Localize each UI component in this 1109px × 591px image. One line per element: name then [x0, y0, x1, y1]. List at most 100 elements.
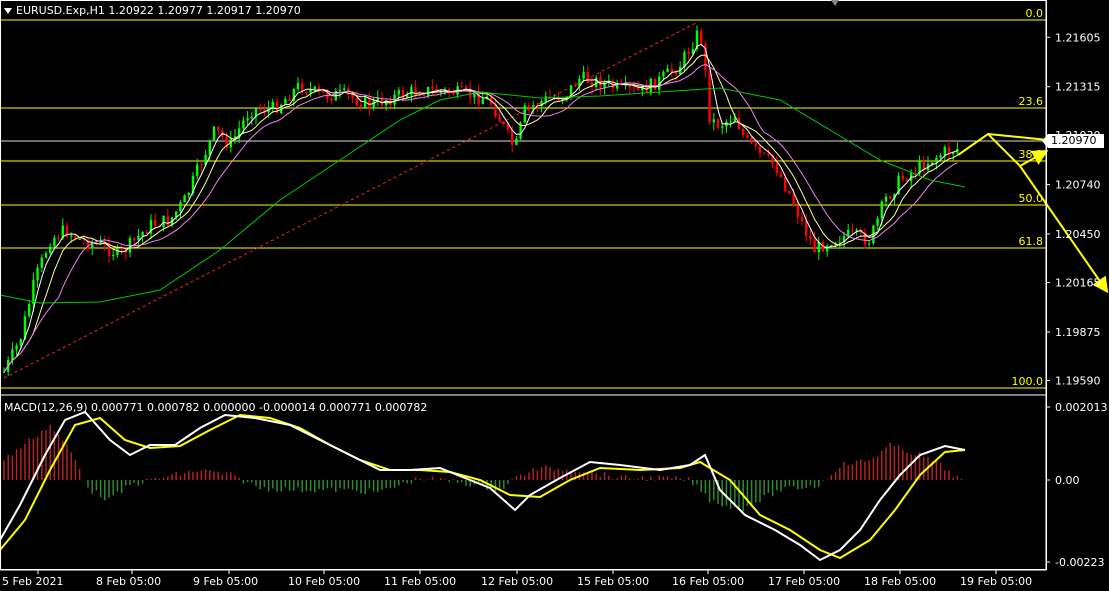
price-tick-label: 1.20450	[1055, 228, 1101, 241]
candle-body	[767, 153, 770, 155]
time-tick-label: 16 Feb 05:00	[672, 575, 744, 588]
candle-body	[721, 126, 724, 128]
candle-body	[775, 163, 778, 174]
candle-body	[427, 86, 430, 96]
time-tick-label: 15 Feb 05:00	[577, 575, 649, 588]
time-tick-label: 10 Feb 05:00	[288, 575, 360, 588]
candle-body	[700, 30, 703, 44]
candle-body	[662, 72, 665, 77]
candle-body	[800, 217, 804, 221]
candle-body	[212, 126, 216, 141]
macd-panel	[0, 410, 966, 562]
candle-body	[809, 235, 812, 240]
candle-body	[763, 152, 766, 154]
candle-body	[511, 129, 514, 145]
candle-body	[716, 119, 720, 128]
candle-body	[544, 96, 547, 102]
candle-body	[595, 77, 598, 87]
time-tick-label: 19 Feb 05:00	[960, 575, 1032, 588]
candle-body	[112, 255, 115, 257]
candle-body	[397, 90, 400, 95]
candle-body	[355, 97, 358, 106]
candle-body	[712, 119, 715, 123]
candle-body	[28, 304, 31, 317]
candle-body	[884, 196, 888, 202]
candle-body	[750, 137, 753, 143]
candle-body	[2, 371, 6, 373]
macd-tick-label: 0.002013	[1055, 401, 1108, 414]
candle-body	[133, 238, 136, 240]
candle-body	[330, 98, 333, 101]
candle-body	[422, 95, 426, 97]
fib-level-label: 100.0	[1012, 375, 1044, 388]
candle-body	[935, 157, 938, 163]
shift-marker-icon	[831, 0, 839, 6]
macd-signal-line	[0, 413, 966, 560]
candle-body	[805, 220, 808, 236]
price-tick-label: 1.21605	[1055, 31, 1101, 44]
time-tick-label: 11 Feb 05:00	[384, 575, 456, 588]
candle-body	[653, 78, 657, 90]
candle-body	[246, 118, 249, 121]
candle-body	[296, 83, 300, 90]
candle-body	[49, 246, 52, 254]
fib-level-label: 23.6	[1019, 95, 1044, 108]
candle-body	[880, 201, 883, 219]
time-tick-label: 18 Feb 05:00	[864, 575, 936, 588]
macd-tick-label: 0.00	[1055, 474, 1080, 487]
candle-body	[372, 100, 375, 108]
candle-body	[637, 87, 640, 91]
candle-body	[305, 91, 308, 93]
candle-body	[687, 52, 690, 54]
candle-body	[250, 116, 253, 119]
candle-body	[145, 231, 148, 234]
candle-body	[137, 235, 140, 240]
candle-body	[779, 173, 783, 178]
candle-body	[826, 245, 829, 252]
candle-body	[813, 239, 816, 253]
candle-body	[796, 205, 799, 218]
candle-body	[40, 257, 43, 268]
dropdown-triangle-icon[interactable]	[4, 8, 12, 14]
candle-body	[666, 68, 669, 73]
candle-body	[788, 191, 791, 194]
candle-body	[527, 105, 531, 107]
macd-main-line	[0, 410, 966, 562]
forecast-segment	[987, 133, 1049, 141]
candle-body	[271, 101, 274, 108]
candle-body	[868, 243, 871, 245]
candle-body	[460, 86, 463, 88]
candle-body	[452, 92, 455, 95]
candle-body	[11, 349, 14, 361]
candle-body	[141, 231, 144, 236]
candle-body	[792, 193, 795, 206]
candle-body	[70, 235, 73, 237]
candle-body	[179, 202, 182, 212]
fib-level-label: 0.0	[1026, 7, 1044, 20]
candle-body	[632, 87, 636, 89]
candle-body	[670, 68, 673, 73]
time-tick-label: 12 Feb 05:00	[481, 575, 553, 588]
price-chart[interactable]: 0.023.638.250.061.8100.0 1.216051.213151…	[0, 0, 1109, 591]
ma-mid-line	[3, 54, 958, 373]
time-tick-label: 8 Feb 05:00	[96, 575, 161, 588]
candle-body	[44, 253, 48, 258]
price-tick-label: 1.19590	[1055, 374, 1101, 387]
candle-body	[410, 87, 413, 95]
candle-body	[57, 237, 60, 239]
candle-body	[200, 164, 203, 166]
candle-body	[889, 196, 892, 199]
time-tick-label: 17 Feb 05:00	[768, 575, 840, 588]
fib-level-label: 61.8	[1019, 235, 1044, 248]
ma-long-line	[0, 87, 966, 304]
candle-body	[187, 192, 190, 196]
trend-line[interactable]	[3, 21, 699, 379]
candle-body	[53, 237, 56, 247]
candle-body	[242, 120, 245, 129]
candle-body	[359, 105, 363, 108]
candle-body	[574, 85, 577, 87]
symbol-ohlc: EURUSD.Exp,H1 1.20922 1.20977 1.20917 1.…	[16, 4, 301, 17]
trend-line-dashed	[3, 21, 699, 379]
candle-body	[746, 135, 749, 138]
current-price-tag: 1.20970	[1042, 134, 1104, 148]
